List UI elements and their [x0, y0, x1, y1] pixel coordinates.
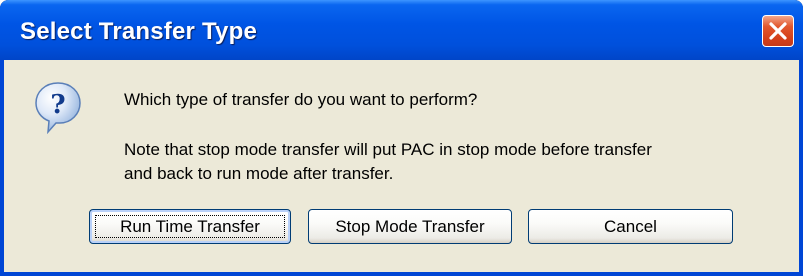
- question-text: Which type of transfer do you want to pe…: [124, 90, 478, 109]
- window-border-right: [799, 60, 803, 276]
- dialog-title: Select Transfer Type: [20, 18, 257, 45]
- stop-mode-transfer-label: Stop Mode Transfer: [335, 217, 485, 236]
- close-button[interactable]: [762, 15, 794, 47]
- question-icon: ?: [35, 82, 81, 134]
- run-time-transfer-label: Run Time Transfer: [120, 217, 260, 236]
- window-border-bottom: [0, 272, 803, 276]
- title-bar[interactable]: Select Transfer Type: [0, 0, 803, 60]
- note-line-2: and back to run mode after transfer.: [124, 164, 394, 183]
- run-time-transfer-button[interactable]: Run Time Transfer: [89, 209, 291, 244]
- cancel-label: Cancel: [604, 217, 657, 236]
- svg-text:?: ?: [50, 90, 65, 120]
- note-line-1: Note that stop mode transfer will put PA…: [124, 140, 652, 159]
- select-transfer-type-dialog: Select Transfer Type ? Which type of tra…: [0, 0, 803, 276]
- note-text: Note that stop mode transfer will put PA…: [124, 138, 652, 186]
- stop-mode-transfer-button[interactable]: Stop Mode Transfer: [308, 209, 512, 244]
- close-icon: [769, 22, 787, 40]
- cancel-button[interactable]: Cancel: [528, 209, 733, 244]
